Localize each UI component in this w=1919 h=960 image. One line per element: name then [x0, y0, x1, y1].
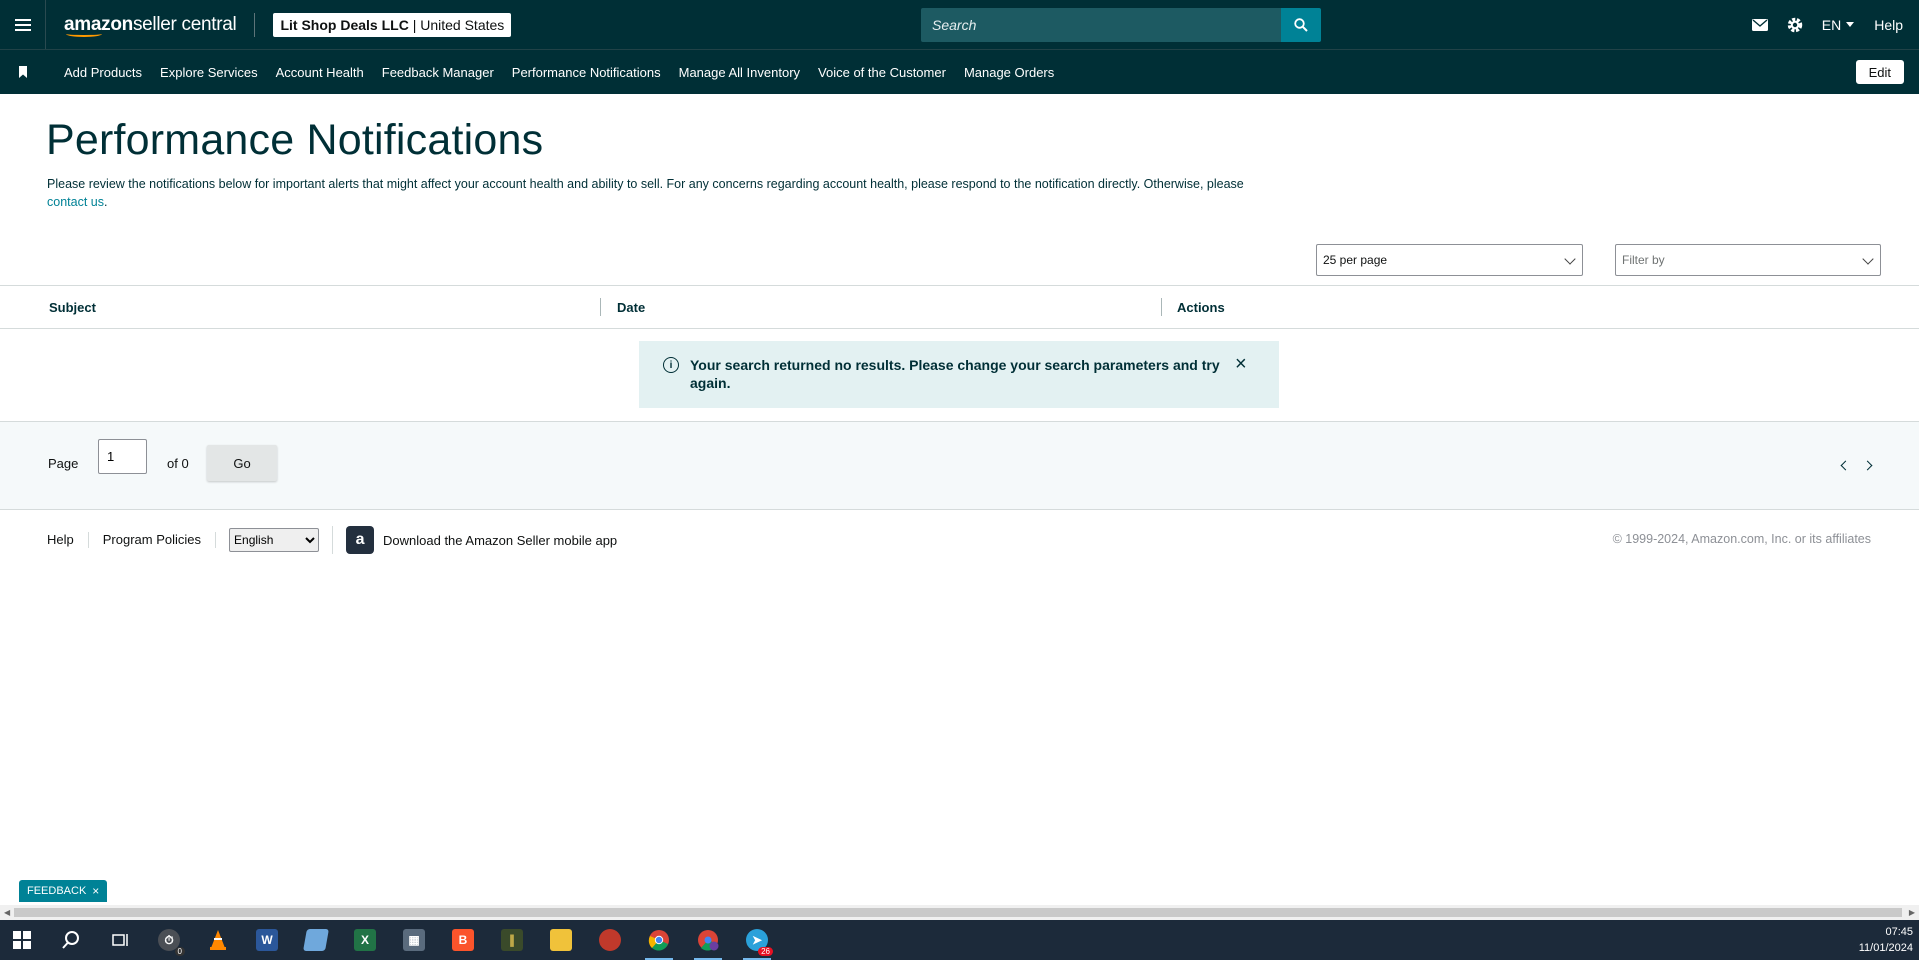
program-policies-link[interactable]: Program Policies: [89, 532, 217, 548]
feedback-tab[interactable]: FEEDBACK ×: [19, 880, 108, 902]
search-button[interactable]: [1281, 8, 1321, 42]
word-icon[interactable]: W: [249, 924, 285, 956]
taskbar: ⏱ 0 W X ▦ B ∥ ➤ 26 07:45 11/01/2024: [0, 920, 1919, 960]
scroll-right-icon[interactable]: ▶: [1909, 908, 1915, 917]
column-actions: Actions: [1177, 300, 1225, 315]
nav-feedback-manager[interactable]: Feedback Manager: [382, 65, 494, 80]
no-results-message: Your search returned no results. Please …: [690, 357, 1220, 391]
telegram-icon[interactable]: ➤ 26: [739, 924, 775, 960]
file-explorer-icon[interactable]: [543, 924, 579, 956]
app-download-link[interactable]: a Download the Amazon Seller mobile app: [332, 526, 617, 554]
no-results-alert: i Your search returned no results. Pleas…: [639, 341, 1279, 408]
close-icon[interactable]: ×: [1235, 354, 1247, 408]
nav-performance-notifications[interactable]: Performance Notifications: [512, 65, 661, 80]
footer: Help Program Policies English a Download…: [0, 522, 1919, 558]
page-label: Page: [48, 456, 79, 471]
search-bar: [921, 8, 1321, 42]
footer-help-link[interactable]: Help: [33, 532, 89, 548]
page-total: of 0: [167, 456, 189, 471]
language-selector[interactable]: EN: [1822, 17, 1855, 33]
search-icon: [1294, 18, 1308, 32]
nav-links: Add Products Explore Services Account He…: [64, 65, 1072, 80]
help-link[interactable]: Help: [1874, 17, 1903, 33]
page-number-input[interactable]: [98, 439, 147, 474]
chevron-down-icon: [1846, 22, 1855, 27]
header-actions: EN Help: [1751, 0, 1919, 49]
info-icon: i: [663, 357, 679, 373]
windows-start-icon[interactable]: [4, 924, 40, 956]
store-switcher[interactable]: Lit Shop Deals LLC | United States: [273, 12, 512, 37]
amazon-smile-icon: [66, 31, 102, 37]
brave-browser-icon[interactable]: B: [445, 924, 481, 956]
hamburger-menu-icon[interactable]: [0, 0, 46, 49]
system-clock[interactable]: 07:45 11/01/2024: [1859, 924, 1913, 956]
app-red-icon[interactable]: [592, 924, 628, 956]
chevron-down-icon: [1564, 253, 1576, 265]
nav-voice-of-the-customer[interactable]: Voice of the Customer: [818, 65, 946, 80]
gear-icon[interactable]: [1786, 16, 1804, 34]
column-divider: [1161, 298, 1162, 316]
chrome-icon[interactable]: [641, 924, 677, 960]
bookmarks-nav: Add Products Explore Services Account He…: [0, 49, 1919, 94]
top-header: amazon seller central Lit Shop Deals LLC…: [0, 0, 1919, 49]
chevron-down-icon: [1862, 253, 1874, 265]
go-button[interactable]: Go: [207, 445, 277, 481]
table-header: Subject Date Actions: [0, 285, 1919, 329]
search-input[interactable]: [921, 8, 1281, 42]
horizontal-scrollbar[interactable]: ◀ ▶: [0, 905, 1919, 920]
bookmark-icon[interactable]: [0, 66, 46, 78]
column-divider: [600, 298, 601, 316]
next-page-icon[interactable]: [1862, 460, 1873, 471]
footer-language-select[interactable]: English: [229, 528, 320, 552]
close-icon[interactable]: ×: [92, 884, 99, 898]
table-body: i Your search returned no results. Pleas…: [0, 329, 1919, 422]
page-description: Please review the notifications below fo…: [47, 177, 1244, 209]
chrome-profile-icon[interactable]: [690, 924, 726, 960]
nav-explore-services[interactable]: Explore Services: [160, 65, 258, 80]
copyright: © 1999-2024, Amazon.com, Inc. or its aff…: [1612, 532, 1871, 546]
nav-account-health[interactable]: Account Health: [276, 65, 364, 80]
amazon-app-icon: a: [346, 526, 375, 554]
mail-icon[interactable]: [1751, 18, 1768, 31]
amazon-seller-central-logo[interactable]: amazon seller central: [64, 10, 237, 40]
per-page-select[interactable]: 25 per page: [1316, 244, 1583, 276]
divider: [254, 12, 256, 37]
nav-add-products[interactable]: Add Products: [64, 65, 142, 80]
calculator-icon[interactable]: ▦: [396, 924, 432, 956]
library-icon[interactable]: ∥: [494, 924, 530, 956]
nav-manage-all-inventory[interactable]: Manage All Inventory: [679, 65, 800, 80]
column-date[interactable]: Date: [617, 300, 645, 315]
edit-button[interactable]: Edit: [1855, 60, 1904, 84]
column-subject[interactable]: Subject: [49, 300, 96, 315]
vlc-icon[interactable]: [200, 924, 236, 956]
nav-manage-orders[interactable]: Manage Orders: [964, 65, 1054, 80]
previous-page-icon[interactable]: [1840, 460, 1851, 471]
alarm-clock-icon[interactable]: ⏱ 0: [151, 924, 187, 956]
task-view-icon[interactable]: [102, 924, 138, 956]
page-title: Performance Notifications: [46, 116, 544, 164]
pagination: Page of 0 Go: [0, 422, 1919, 510]
filter-by-select[interactable]: Filter by: [1615, 244, 1881, 276]
scrollbar-thumb[interactable]: [14, 908, 1902, 917]
contact-us-link[interactable]: contact us: [47, 195, 104, 209]
search-icon[interactable]: [53, 924, 89, 956]
notepad-icon[interactable]: [298, 924, 334, 956]
excel-icon[interactable]: X: [347, 924, 383, 956]
scroll-left-icon[interactable]: ◀: [4, 908, 10, 917]
